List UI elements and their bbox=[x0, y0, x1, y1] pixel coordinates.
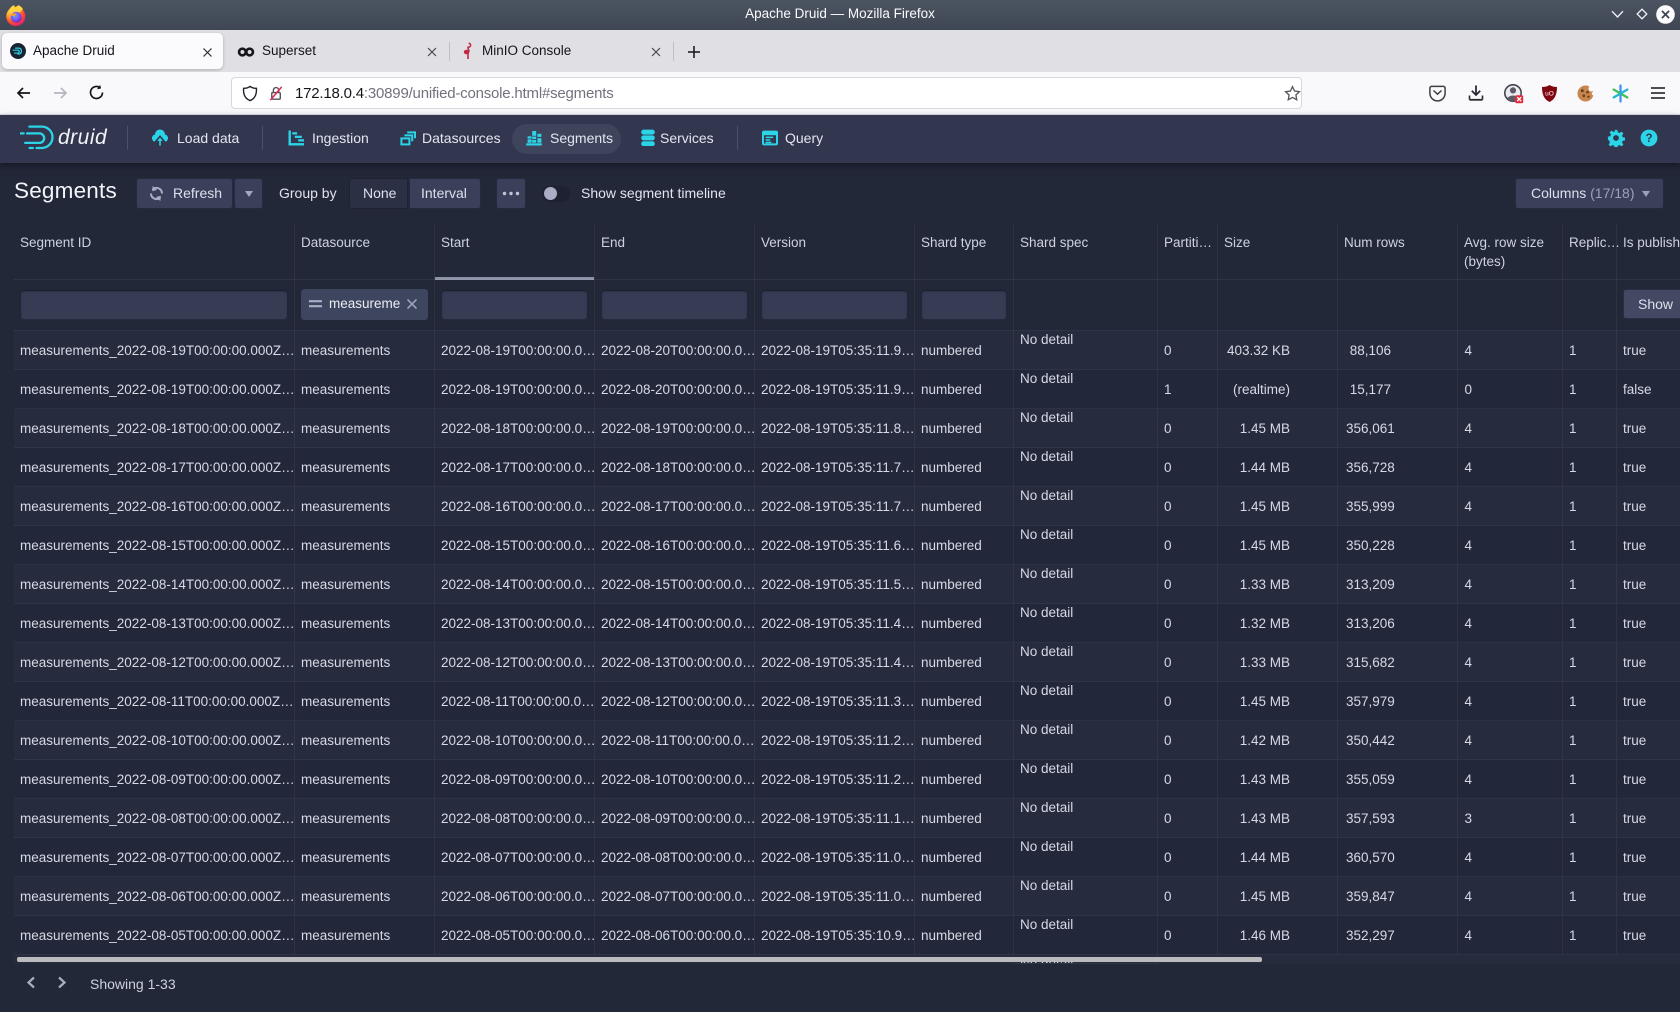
svg-text:?: ? bbox=[1645, 133, 1652, 145]
svg-text:uO: uO bbox=[1545, 91, 1554, 98]
